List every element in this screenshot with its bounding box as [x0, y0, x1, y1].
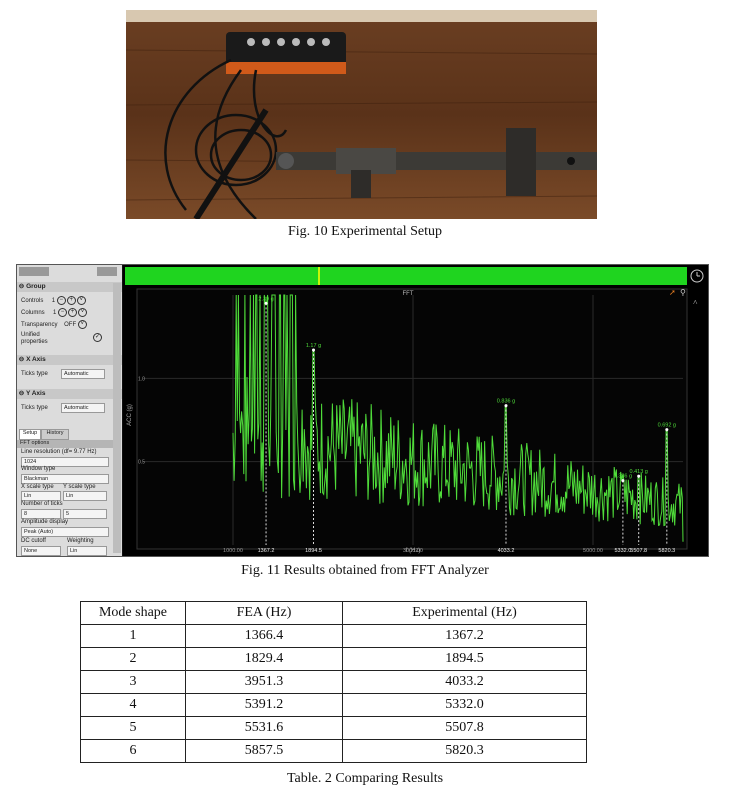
table-cell: 1 — [80, 624, 186, 648]
experimental-setup-photo — [126, 10, 597, 219]
search-icon[interactable]: ⚲ — [680, 288, 686, 297]
chevron-down-icon[interactable]: ˅ — [77, 320, 87, 329]
table-row: 2 1829.4 1894.5 — [80, 647, 587, 671]
chevron-down-icon[interactable]: ˅ — [76, 296, 86, 305]
table-header-row: Mode shape FEA (Hz) Experimental (Hz) — [80, 601, 587, 625]
peak-frequency-label: 1367.2 — [258, 548, 275, 554]
col-header: FEA (Hz) — [185, 601, 343, 625]
fig11-caption: Fig. 11 Results obtained from FFT Analyz… — [241, 563, 489, 578]
x-tick-label: 3000.00 — [403, 548, 423, 554]
peak-frequency-label: 5820.3 — [658, 548, 675, 554]
table-cell: 6 — [80, 739, 186, 763]
y-ticks-type-select[interactable]: Automatic — [61, 403, 105, 413]
table-cell: 1894.5 — [342, 647, 587, 671]
col-header: Experimental (Hz) — [342, 601, 587, 625]
table-row: 3 3951.3 4033.2 — [80, 670, 587, 694]
x-tick-label: 5000.00 — [583, 548, 603, 554]
x-axis-header[interactable]: ⊖ X Axis — [17, 355, 122, 365]
table-row: 4 5391.2 5332.0 — [80, 693, 587, 717]
y-axis-header[interactable]: ⊖ Y Axis — [17, 389, 122, 399]
x-ticks-type-select[interactable]: Automatic — [61, 369, 105, 379]
fft-analyzer-screen: ⊖ Group Controls 1 − + ˅ Columns 1 − + ˅ Tra… — [16, 264, 709, 557]
fft-title: FFT — [403, 291, 414, 297]
unified-checkbox[interactable]: ✓ — [93, 333, 103, 342]
minus-icon[interactable]: − — [58, 308, 68, 317]
panel-window-icon[interactable] — [97, 267, 117, 276]
fft-y-label: ACC (g) — [127, 404, 133, 426]
table-cell: 1367.2 — [342, 624, 587, 648]
table-cell: 3951.3 — [185, 670, 343, 694]
tab-history[interactable]: History — [41, 429, 69, 440]
tab-setup[interactable]: Setup — [19, 429, 41, 440]
table-cell: 5857.5 — [185, 739, 343, 763]
cursor-icon[interactable]: ➚ — [669, 288, 676, 297]
peak-amplitude-label: 0.692 g — [658, 423, 676, 429]
fig10-caption: Fig. 10 Experimental Setup — [288, 224, 442, 239]
peak-frequency-label: 4033.2 — [498, 548, 515, 554]
group-header[interactable]: ⊖ Group — [17, 282, 122, 292]
y-tick-label: 1.0 — [138, 376, 145, 382]
x-num-ticks-select[interactable]: 8 — [21, 509, 61, 519]
dc-cutoff-select[interactable]: None — [21, 546, 61, 556]
table2-caption: Table. 2 Comparing Results — [286, 771, 444, 786]
weighting-select[interactable]: Lin — [67, 546, 107, 556]
table-cell: 5531.6 — [185, 716, 343, 740]
fft-settings-panel: ⊖ Group Controls 1 − + ˅ Columns 1 − + ˅ Tra… — [17, 265, 122, 556]
y-num-ticks-select[interactable]: 5 — [63, 509, 107, 519]
table-cell: 2 — [80, 647, 186, 671]
minus-icon[interactable]: − — [56, 296, 66, 305]
table-cell: 1366.4 — [185, 624, 343, 648]
plus-icon[interactable]: + — [68, 308, 78, 317]
peak-amplitude-label: 2.39 g — [258, 296, 273, 302]
table-row: 1 1366.4 1367.2 — [80, 624, 587, 648]
table-row: 6 5857.5 5820.3 — [80, 739, 587, 763]
panel-toolbar[interactable] — [19, 267, 49, 276]
table-cell: 5 — [80, 716, 186, 740]
table-cell: 4 — [80, 693, 186, 717]
overview-strip[interactable] — [125, 267, 687, 285]
table-cell: 4033.2 — [342, 670, 587, 694]
peak-amplitude-label: 0.413 g — [630, 469, 648, 475]
peak-amplitude-label: 1.17 g — [306, 343, 321, 349]
peak-frequency-label: 1894.5 — [305, 548, 322, 554]
panel-scrollbar[interactable] — [113, 283, 121, 553]
table-cell: 3 — [80, 670, 186, 694]
peak-amplitude-label: 0.836 g — [497, 399, 515, 405]
table-cell: 5820.3 — [342, 739, 587, 763]
y-tick-label: 0.5 — [138, 460, 145, 466]
chevron-up-icon[interactable]: ˄ — [693, 298, 698, 307]
table-cell: 5332.0 — [342, 693, 587, 717]
x-tick-label: 1000.00 — [223, 548, 243, 554]
y-scale-select[interactable]: Lin — [63, 491, 107, 501]
x-scale-select[interactable]: Lin — [21, 491, 61, 501]
col-header: Mode shape — [80, 601, 186, 625]
amplitude-display-select[interactable]: Peak (Auto) — [21, 527, 109, 537]
plus-icon[interactable]: + — [66, 296, 76, 305]
peak-frequency-label: 5332.0 — [614, 548, 631, 554]
fft-chart: FFT f (Hz) ACC (g) 1000.00 3000.00 5000.00… — [123, 265, 708, 556]
table-cell: 1829.4 — [185, 647, 343, 671]
window-type-select[interactable]: Blackman — [21, 474, 109, 484]
comparison-table: Mode shape FEA (Hz) Experimental (Hz) 11… — [80, 601, 587, 763]
peak-frequency-label: 5507.8 — [630, 548, 647, 554]
fft-options-header: FFT options — [17, 440, 114, 448]
table-cell: 5507.8 — [342, 716, 587, 740]
table-cell: 5391.2 — [185, 693, 343, 717]
table-row: 5 5531.6 5507.8 — [80, 716, 587, 740]
chevron-down-icon[interactable]: ˅ — [78, 308, 88, 317]
